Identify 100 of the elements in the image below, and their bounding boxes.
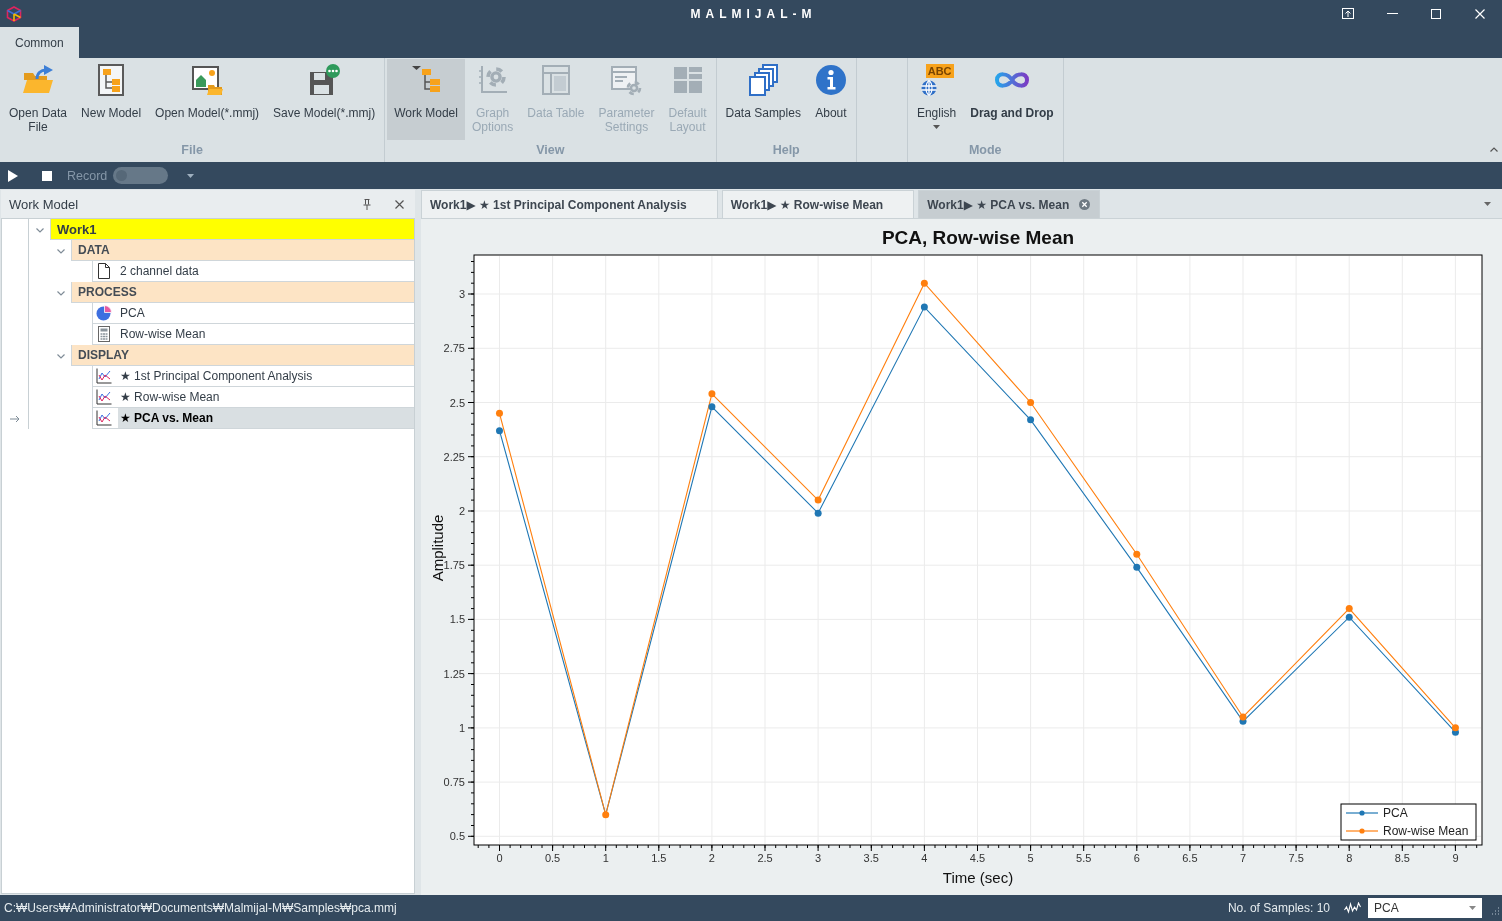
window-title: MALMIJAL-M (689, 6, 817, 21)
y-tick-label: 0.75 (443, 776, 465, 789)
globe-icon (919, 80, 938, 96)
x-tick-label: 1.5 (651, 852, 667, 864)
file-path: C:₩Users₩Administrator₩Documents₩Malmijal-M₩Samples₩pca.mmj (4, 901, 397, 915)
tree-section-header[interactable]: DISPLAY (71, 345, 414, 366)
document-tab[interactable]: Work1▶ ★ Row-wise Mean (721, 190, 915, 218)
tree-section-header[interactable]: DATA (71, 240, 414, 261)
x-tick-label: 2.5 (757, 852, 773, 864)
caret-icon (1469, 906, 1476, 910)
table-icon (539, 64, 572, 96)
x-tick-label: 6.5 (1182, 852, 1198, 864)
ribbon-button[interactable]: Work Model (387, 59, 465, 140)
x-tick-label: 9 (1452, 852, 1459, 864)
chevron-down-icon[interactable] (56, 351, 65, 360)
ribbon-group-label: Help (771, 142, 801, 159)
panel-title: Work Model (9, 196, 80, 212)
grid-layout-icon (671, 64, 704, 96)
window-gear-icon (610, 64, 643, 96)
stacked-pages-icon (747, 64, 780, 96)
y-tick-label: 1.75 (443, 559, 465, 572)
x-tick-label: 0.5 (544, 852, 561, 864)
document-tab[interactable]: Work1▶ ★ PCA vs. Mean (918, 190, 1101, 218)
tree-item-label[interactable]: 2 channel data (118, 261, 414, 281)
y-tick-label: 2.5 (449, 396, 465, 409)
caret-icon[interactable] (1484, 201, 1491, 206)
tree-item-label[interactable]: Row-wise Mean (118, 324, 414, 344)
series-select[interactable]: PCA (1368, 898, 1482, 918)
x-tick-label: 2 (708, 852, 715, 864)
pin-icon (363, 198, 371, 210)
language-badge: ABC (925, 64, 954, 78)
x-tick-label: 8.5 (1394, 852, 1410, 864)
record-toggle[interactable] (113, 167, 169, 184)
y-tick-label: 1.5 (449, 613, 465, 626)
floppy-disk-icon (308, 64, 341, 96)
x-tick-label: 0 (496, 852, 503, 864)
x-tick-label: 4 (921, 852, 928, 864)
tree-section-header[interactable]: PROCESS (71, 282, 414, 303)
line-chart-icon (96, 368, 112, 384)
tree-item-label[interactable]: ★ Row-wise Mean (118, 387, 414, 407)
sample-count: No. of Samples: 10 (1227, 901, 1330, 915)
maximize-icon (1431, 8, 1441, 19)
chevron-down-icon[interactable] (56, 288, 65, 297)
x-tick-label: 7.5 (1288, 852, 1304, 864)
play-icon (8, 169, 18, 182)
y-tick-label: 1 (458, 721, 465, 734)
tree-item-label[interactable]: ★ 1st Principal Component Analysis (118, 366, 414, 386)
ribbon-button[interactable]: Open Data File (2, 59, 75, 140)
infinity-loop-icon (993, 70, 1030, 90)
minimize-icon (1386, 13, 1398, 14)
legend-label: Row-wise Mean (1383, 824, 1469, 838)
ribbon-button[interactable]: New Model (74, 59, 149, 140)
ribbon-button[interactable]: Drag and Drop (963, 59, 1061, 140)
x-tick-label: 7 (1239, 852, 1247, 864)
resize-grip-icon[interactable] (1491, 906, 1500, 916)
y-tick-label: 1.25 (443, 667, 465, 680)
ribbon-button[interactable]: ABC English (909, 59, 964, 140)
picture-folder-icon (191, 64, 224, 96)
chart-title: PCA, Row-wise Mean (881, 226, 1075, 250)
document-tab[interactable]: Work1▶ ★ 1st Principal Component Analysis (421, 190, 718, 218)
folder-arrow-icon (22, 64, 54, 96)
close-icon (1475, 8, 1485, 19)
ribbon-button[interactable]: Save Model(*.mmj) (266, 59, 383, 140)
x-tick-label: 6 (1133, 852, 1140, 864)
ribbon-tab[interactable]: Common (0, 27, 79, 58)
stop-icon (42, 170, 52, 181)
y-tick-label: 3 (458, 288, 465, 301)
close-icon (394, 199, 404, 209)
record-label: Record (67, 168, 108, 183)
y-tick-label: 2.25 (443, 450, 465, 463)
chevron-down-icon[interactable] (35, 225, 44, 234)
x-tick-label: 3.5 (863, 852, 879, 864)
info-icon (814, 64, 847, 96)
x-tick-label: 3 (815, 852, 822, 864)
x-tick-label: 5.5 (1076, 852, 1092, 864)
close-icon[interactable] (1078, 199, 1090, 210)
x-tick-label: 5 (1027, 852, 1034, 864)
collapse-ribbon-icon[interactable] (1490, 147, 1498, 152)
y-axis-label: Amplitude (429, 514, 446, 582)
waveform-icon (1344, 902, 1362, 914)
y-tick-label: 2.75 (443, 342, 465, 355)
tree-item-label[interactable]: PCA (118, 303, 414, 323)
model-root-node[interactable]: Work1 (50, 219, 414, 240)
cube-logo-icon (6, 5, 22, 22)
caret-icon (186, 173, 194, 178)
ribbon-group-label: File (180, 142, 204, 159)
chevron-down-icon[interactable] (56, 246, 65, 255)
legend-label: PCA (1383, 806, 1408, 820)
tree-item-label[interactable]: ★ PCA vs. Mean (118, 408, 414, 428)
x-axis-label: Time (sec) (942, 869, 1014, 886)
caret-icon (933, 125, 941, 129)
chart-gear-icon (476, 64, 509, 96)
line-chart-icon (96, 410, 112, 426)
y-tick-label: 2 (458, 504, 465, 517)
ribbon-group-label: View (535, 142, 566, 159)
ribbon-button[interactable]: About (807, 59, 854, 140)
x-tick-label: 8 (1346, 852, 1353, 864)
y-tick-label: 0.5 (449, 830, 465, 843)
ribbon-button[interactable]: Data Samples (718, 59, 808, 140)
ribbon-button[interactable]: Open Model(*.mmj) (148, 59, 267, 140)
